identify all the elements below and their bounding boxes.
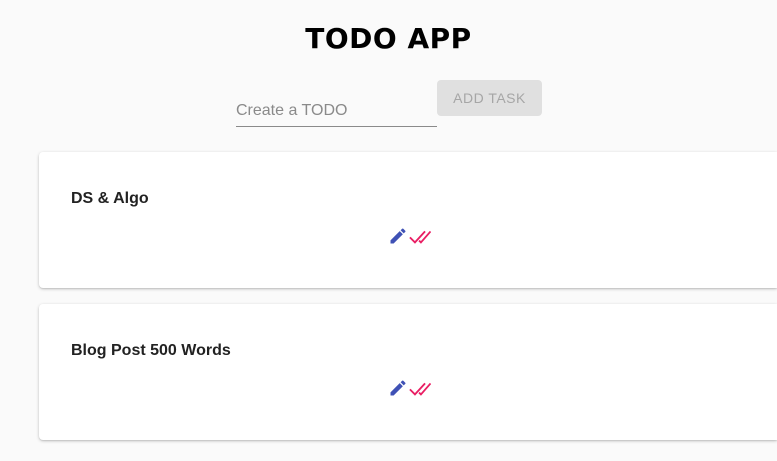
double-check-icon[interactable] xyxy=(409,224,431,248)
add-task-button[interactable]: ADD TASK xyxy=(437,80,542,116)
todo-actions xyxy=(387,376,431,400)
add-todo-form: ADD TASK xyxy=(236,80,542,128)
double-check-icon[interactable] xyxy=(409,376,431,400)
todo-input[interactable] xyxy=(236,97,437,127)
todo-title: Blog Post 500 Words xyxy=(71,342,231,359)
pencil-icon[interactable] xyxy=(387,224,409,248)
todo-title: DS & Algo xyxy=(71,190,149,207)
page-title: TODO APP xyxy=(305,22,472,55)
todo-card: Blog Post 500 Words xyxy=(39,304,777,440)
todo-card: DS & Algo xyxy=(39,152,777,288)
pencil-icon[interactable] xyxy=(387,376,409,400)
todo-actions xyxy=(387,224,431,248)
todo-app: TODO APP ADD TASK DS & Algo Blog Post 50… xyxy=(0,0,777,461)
